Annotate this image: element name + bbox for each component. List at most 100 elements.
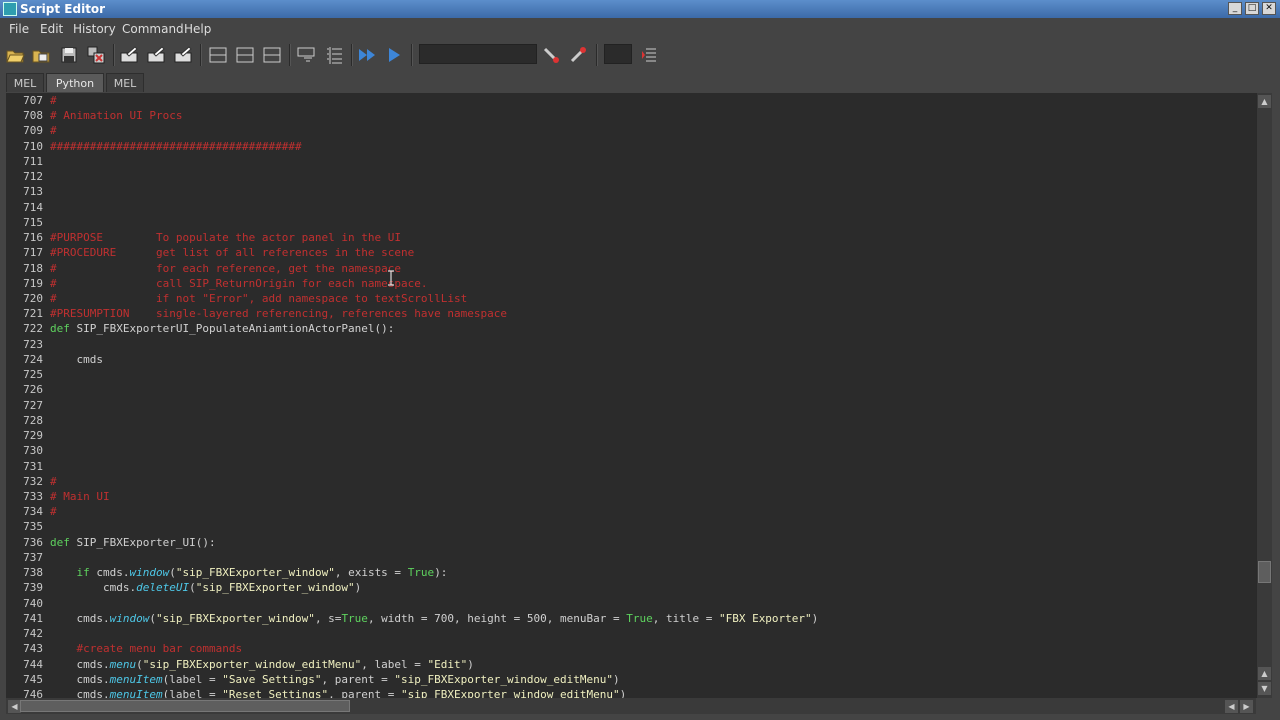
code-line[interactable]: 745 cmds.menuItem(label = "Save Settings… [6,672,1256,687]
code-line[interactable]: 712 [6,169,1256,184]
code-line[interactable]: 733 # Main UI [6,489,1256,504]
code-line[interactable]: 711 [6,154,1256,169]
code-token: # Animation UI Procs [50,109,183,122]
line-number: 711 [23,155,43,168]
execute-icon[interactable] [384,45,404,65]
show-both-icon[interactable] [262,45,282,65]
scroll-up-arrow-icon-2[interactable]: ▲ [1258,667,1271,680]
code-line[interactable]: 716 #PURPOSE To populate the actor panel … [6,230,1256,245]
tab-mel-2[interactable]: MEL [106,73,144,92]
code-token: SIP_FBXExporter_UI(): [69,536,216,549]
horizontal-scrollbar[interactable]: ◀ ◀ ▶ [6,698,1256,714]
code-line[interactable]: 746 cmds.menuItem(label = "Reset Setting… [6,687,1256,698]
horizontal-scroll-thumb[interactable] [20,700,350,712]
line-number: 724 [23,353,43,366]
code-line[interactable]: 729 [6,428,1256,443]
line-number: 717 [23,246,43,259]
code-line[interactable]: 732 # [6,474,1256,489]
code-token: menuItem [109,673,163,686]
save-to-shelf-icon[interactable] [86,45,106,65]
code-line[interactable]: 735 [6,519,1256,534]
line-numbers-icon[interactable] [324,45,344,65]
code-line[interactable]: 727 [6,398,1256,413]
tab-size-field[interactable] [604,44,632,64]
menu-edit[interactable]: Edit [40,22,63,36]
code-token: True [407,566,435,579]
code-text: #PURPOSE To populate the actor panel in … [50,230,401,245]
scroll-down-arrow-icon[interactable]: ▼ [1258,682,1271,695]
code-line[interactable]: 742 [6,626,1256,641]
menu-bar: File Edit History Command Help [0,18,1280,40]
menu-help[interactable]: Help [184,22,211,36]
show-input-icon[interactable] [235,45,255,65]
clear-all-icon[interactable] [173,45,193,65]
code-line[interactable]: 708 # Animation UI Procs [6,108,1256,123]
code-line[interactable]: 717 #PROCEDURE get list of all references… [6,245,1256,260]
minimize-button[interactable]: _ [1228,2,1242,15]
line-number: 737 [23,551,43,564]
scroll-right-arrow-icon[interactable]: ▶ [1240,700,1253,713]
code-line[interactable]: 719 # call SIP_ReturnOrigin for each name… [6,276,1256,291]
clear-history-icon[interactable] [119,45,139,65]
tab-python[interactable]: Python [46,73,104,92]
code-line[interactable]: 731 [6,459,1256,474]
code-line[interactable]: 738 if cmds.window("sip_FBXExporter_wind… [6,565,1256,580]
code-line[interactable]: 724 cmds [6,352,1256,367]
code-token: deleteUI [136,581,190,594]
code-line[interactable]: 707 # [6,93,1256,108]
code-line[interactable]: 713 [6,184,1256,199]
menu-file[interactable]: File [9,22,29,36]
save-script-icon[interactable] [59,45,79,65]
show-history-icon[interactable] [208,45,228,65]
code-line[interactable]: 726 [6,382,1256,397]
code-line[interactable]: 714 [6,200,1256,215]
menu-history[interactable]: History [73,22,116,36]
close-button[interactable]: ✕ [1262,2,1276,15]
code-line[interactable]: 721 #PRESUMPTION single-layered referenci… [6,306,1256,321]
code-text: # [50,504,57,519]
maximize-button[interactable]: □ [1245,2,1259,15]
clear-input-icon[interactable] [146,45,166,65]
code-line[interactable]: 722 def SIP_FBXExporterUI_PopulateAniamti… [6,321,1256,336]
wrap-icon[interactable] [640,45,660,65]
code-line[interactable]: 744 cmds.menu("sip_FBXExporter_window_ed… [6,657,1256,672]
menu-command[interactable]: Command [122,22,184,36]
vertical-scroll-thumb[interactable] [1258,561,1271,583]
code-token: #PROCEDURE get list of all references in… [50,246,415,259]
code-line[interactable]: 728 [6,413,1256,428]
echo-commands-icon[interactable] [296,45,316,65]
search-prev-icon[interactable] [568,45,588,65]
vertical-scrollbar[interactable]: ▲ ▲ ▼ [1256,93,1272,698]
line-number: 742 [23,627,43,640]
execute-all-icon[interactable] [357,45,377,65]
code-line[interactable]: 736 def SIP_FBXExporter_UI(): [6,535,1256,550]
scroll-up-arrow-icon[interactable]: ▲ [1258,95,1271,108]
code-line[interactable]: 718 # for each reference, get the namespa… [6,261,1256,276]
command-search-field[interactable] [419,44,537,64]
code-line[interactable]: 709 # [6,123,1256,138]
source-script-icon[interactable] [31,45,51,65]
code-line[interactable]: 710 #####################################… [6,139,1256,154]
line-number: 730 [23,444,43,457]
code-line[interactable]: 739 cmds.deleteUI("sip_FBXExporter_windo… [6,580,1256,595]
code-line[interactable]: 725 [6,367,1256,382]
code-editor[interactable]: 707 #708 # Animation UI Procs 709 #710 ######… [6,93,1256,698]
tab-mel[interactable]: MEL [6,73,44,92]
line-number: 734 [23,505,43,518]
open-script-icon[interactable] [5,45,25,65]
code-line[interactable]: 734 # [6,504,1256,519]
search-next-icon[interactable] [541,45,561,65]
code-line[interactable]: 715 [6,215,1256,230]
code-line[interactable]: 737 [6,550,1256,565]
scroll-left-arrow-icon-2[interactable]: ◀ [1225,700,1238,713]
title-bar: Script Editor _ □ ✕ [0,0,1280,18]
code-token: , parent = [328,688,402,698]
code-line[interactable]: 743 #create menu bar commands [6,641,1256,656]
code-token: # Main UI [50,490,110,503]
code-line[interactable]: 741 cmds.window("sip_FBXExporter_window"… [6,611,1256,626]
code-line[interactable]: 723 [6,337,1256,352]
code-line[interactable]: 730 [6,443,1256,458]
code-line[interactable]: 720 # if not "Error", add namespace to te… [6,291,1256,306]
code-line[interactable]: 740 [6,596,1256,611]
